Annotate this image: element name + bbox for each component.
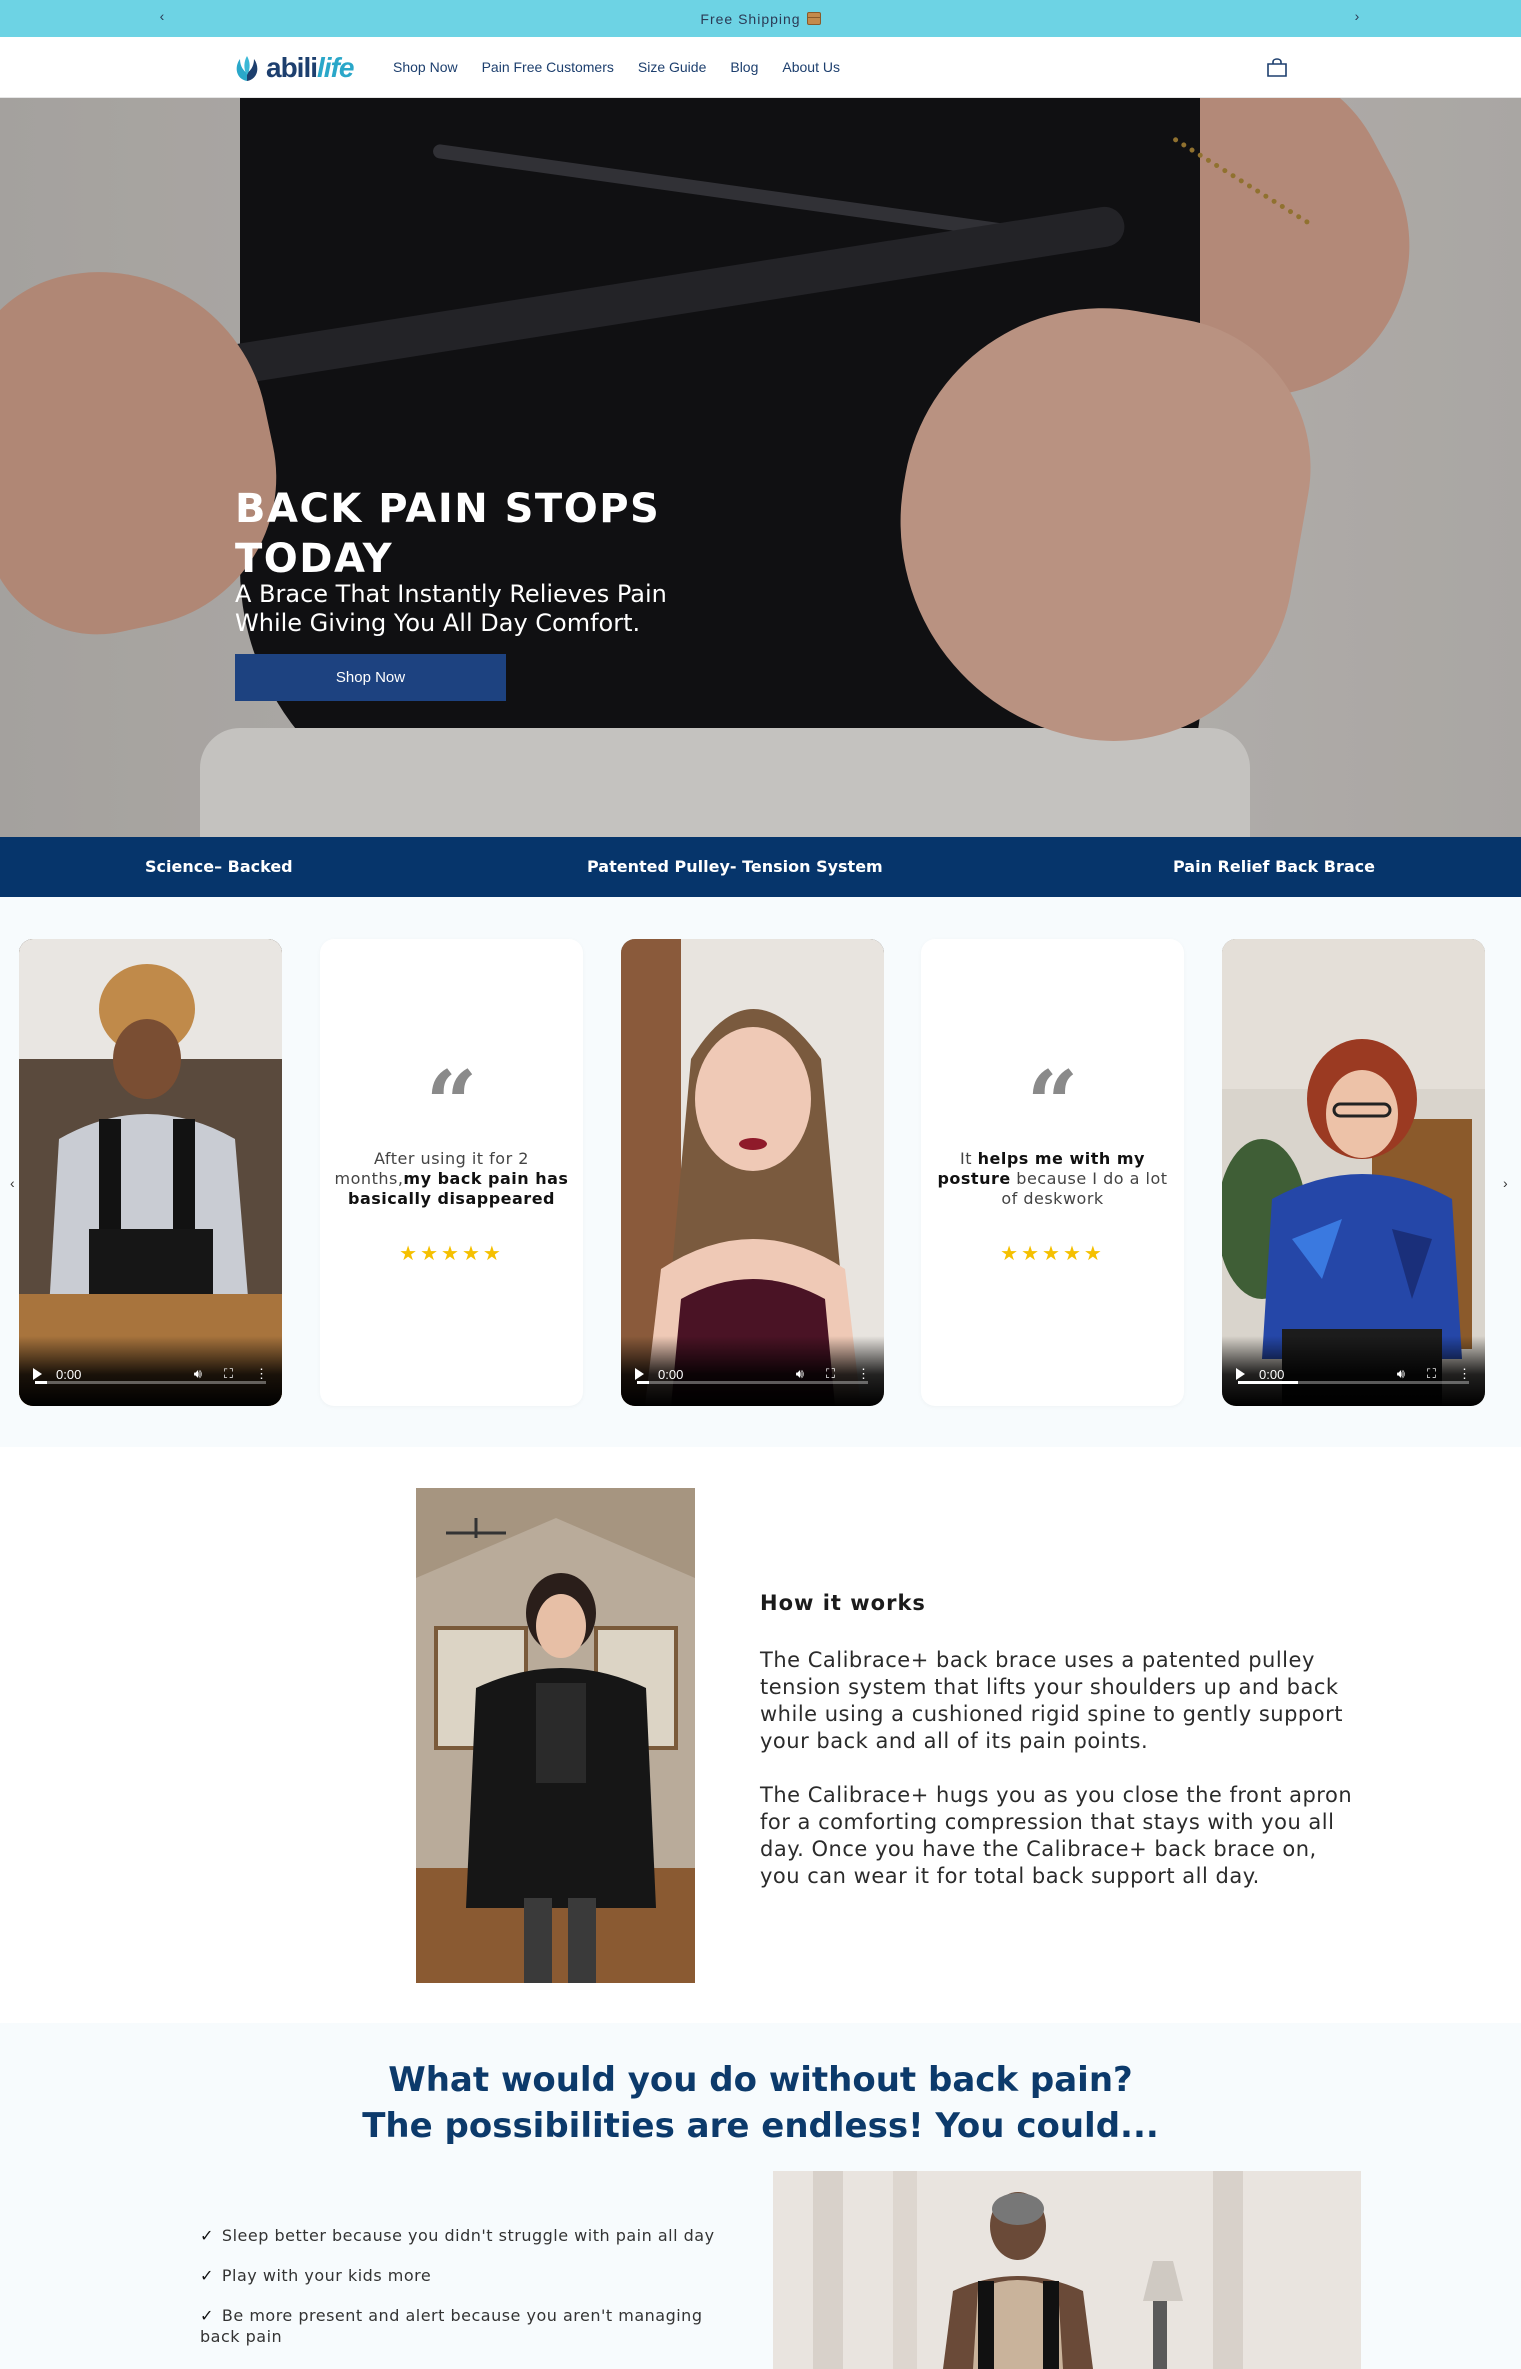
list-item-text: Play with your kids more (221, 2266, 432, 2285)
nav-link-size-guide[interactable]: Size Guide (638, 59, 706, 75)
hero-shop-now-button[interactable]: Shop Now (235, 654, 506, 701)
quote-2-outro: because I do a lot of deskwork (1001, 1169, 1168, 1208)
how-it-works-paragraph-1: The Calibrace+ back brace uses a patente… (760, 1648, 1343, 1753)
logo-leaf-icon (236, 56, 258, 81)
star-rating: ★★★★★ (1000, 1243, 1105, 1265)
hero-overlay (0, 98, 1521, 837)
nav-link-blog[interactable]: Blog (730, 59, 758, 75)
quote-2-intro: It (960, 1149, 978, 1168)
review-quote-text-2: It helps me with my posture because I do… (935, 1149, 1170, 1209)
play-icon[interactable] (1236, 1368, 1245, 1380)
announcement-text: Free Shipping (700, 10, 801, 27)
announcement-next-arrow[interactable]: › (1347, 8, 1367, 24)
carousel-next-arrow[interactable]: › (1503, 1175, 1508, 1191)
nav-link-shop-now[interactable]: Shop Now (393, 59, 458, 75)
list-item: ✓ Be more present and alert because you a… (200, 2305, 740, 2347)
volume-icon[interactable]: 🔊︎ (1397, 1366, 1405, 1382)
how-it-works-title: How it works (760, 1591, 926, 1615)
volume-icon[interactable]: 🔊︎ (796, 1366, 804, 1382)
how-it-works-video-thumbnail (416, 1488, 695, 1983)
review-quote-card-1: “ After using it for 2 months,my back pa… (320, 939, 583, 1406)
video-progress-bar[interactable] (637, 1381, 868, 1384)
quote-icon: “ (1026, 1051, 1079, 1157)
volume-icon[interactable]: 🔊︎ (194, 1366, 202, 1382)
logo-text: abililife (266, 52, 354, 84)
more-options-icon[interactable]: ⋮ (1458, 1366, 1471, 1382)
feature-pain-relief: Pain Relief Back Brace (1173, 857, 1375, 876)
logo[interactable]: abililife (232, 51, 354, 85)
possibilities-image-illustration (773, 2171, 1361, 2369)
fullscreen-icon[interactable]: ⛶ (826, 1366, 835, 1382)
announcement-bar: ‹ Free Shipping › (0, 0, 1521, 37)
how-it-works-section: How it works The Calibrace+ back brace u… (0, 1447, 1521, 2023)
quote-icon: “ (425, 1051, 478, 1157)
possibilities-image (773, 2171, 1361, 2369)
video-controls: 0:00 🔊︎ ⛶ ⋮ (621, 1336, 884, 1406)
hero-title: BACK PAIN STOPS TODAY (235, 486, 661, 582)
main-nav: Shop Now Pain Free Customers Size Guide … (393, 59, 840, 75)
play-icon[interactable] (635, 1368, 644, 1380)
cart-icon[interactable] (1266, 58, 1288, 78)
nav-link-about-us[interactable]: About Us (782, 59, 840, 75)
video-progress-bar[interactable] (1238, 1381, 1469, 1384)
logo-text-part1: abili (266, 52, 318, 83)
possibilities-title-line-2: The possibilities are endless! You could… (362, 2106, 1159, 2146)
announcement-content: Free Shipping (700, 10, 821, 27)
hero-subtitle: A Brace That Instantly Relieves Pain Whi… (235, 580, 667, 637)
review-quote-card-2: “ It helps me with my posture because I … (921, 939, 1184, 1406)
video-time: 0:00 (1259, 1366, 1285, 1382)
list-item-text: Be more present and alert because you ar… (200, 2306, 703, 2346)
list-item-text: Sleep better because you didn't struggle… (221, 2226, 715, 2245)
how-it-works-video[interactable] (416, 1488, 695, 1983)
review-video-1[interactable]: 0:00 🔊︎ ⛶ ⋮ (19, 939, 282, 1406)
star-rating: ★★★★★ (399, 1243, 504, 1265)
possibilities-title-line-1: What would you do without back pain? (388, 2060, 1133, 2100)
list-item: ✓ Play with your kids more (200, 2265, 740, 2286)
fullscreen-icon[interactable]: ⛶ (1427, 1366, 1436, 1382)
list-item: ✓ Sleep better because you didn't struggl… (200, 2225, 740, 2246)
play-icon[interactable] (33, 1368, 42, 1380)
possibilities-section: What would you do without back pain? The… (0, 2023, 1521, 2369)
possibilities-list: ✓ Sleep better because you didn't struggl… (200, 2225, 740, 2366)
review-video-2[interactable]: 0:00 🔊︎ ⛶ ⋮ (621, 939, 884, 1406)
review-carousel: ‹ › 0:00 🔊︎ ⛶ ⋮ “ After using it for 2 m… (0, 897, 1521, 1447)
announcement-prev-arrow[interactable]: ‹ (152, 8, 172, 24)
feature-science-backed: Science– Backed (145, 857, 293, 876)
more-options-icon[interactable]: ⋮ (255, 1366, 268, 1382)
logo-text-part2: life (317, 52, 354, 83)
how-it-works-paragraph-2: The Calibrace+ hugs you as you close the… (760, 1783, 1353, 1888)
hero-copy: BACK PAIN STOPS TODAY A Brace That Insta… (235, 484, 675, 701)
nav-link-pain-free-customers[interactable]: Pain Free Customers (482, 59, 614, 75)
feature-pulley-system: Patented Pulley- Tension System (587, 857, 883, 876)
video-controls: 0:00 🔊︎ ⛶ ⋮ (19, 1336, 282, 1406)
package-icon (806, 12, 821, 25)
site-header: abililife Shop Now Pain Free Customers S… (0, 37, 1521, 98)
hero-banner: BACK PAIN STOPS TODAY A Brace That Insta… (0, 98, 1521, 837)
review-video-3[interactable]: 0:00 🔊︎ ⛶ ⋮ (1222, 939, 1485, 1406)
video-time: 0:00 (658, 1366, 684, 1382)
video-time: 0:00 (56, 1366, 82, 1382)
fullscreen-icon[interactable]: ⛶ (224, 1366, 233, 1382)
carousel-prev-arrow[interactable]: ‹ (10, 1175, 15, 1191)
feature-strip: Science– Backed Patented Pulley- Tension… (0, 837, 1521, 897)
video-controls: 0:00 🔊︎ ⛶ ⋮ (1222, 1336, 1485, 1406)
checkmark-icon: ✓ (200, 2306, 214, 2325)
review-quote-text-1: After using it for 2 months,my back pain… (334, 1149, 569, 1209)
checkmark-icon: ✓ (200, 2266, 214, 2285)
video-progress-bar[interactable] (35, 1381, 266, 1384)
checkmark-icon: ✓ (200, 2226, 214, 2245)
more-options-icon[interactable]: ⋮ (857, 1366, 870, 1382)
